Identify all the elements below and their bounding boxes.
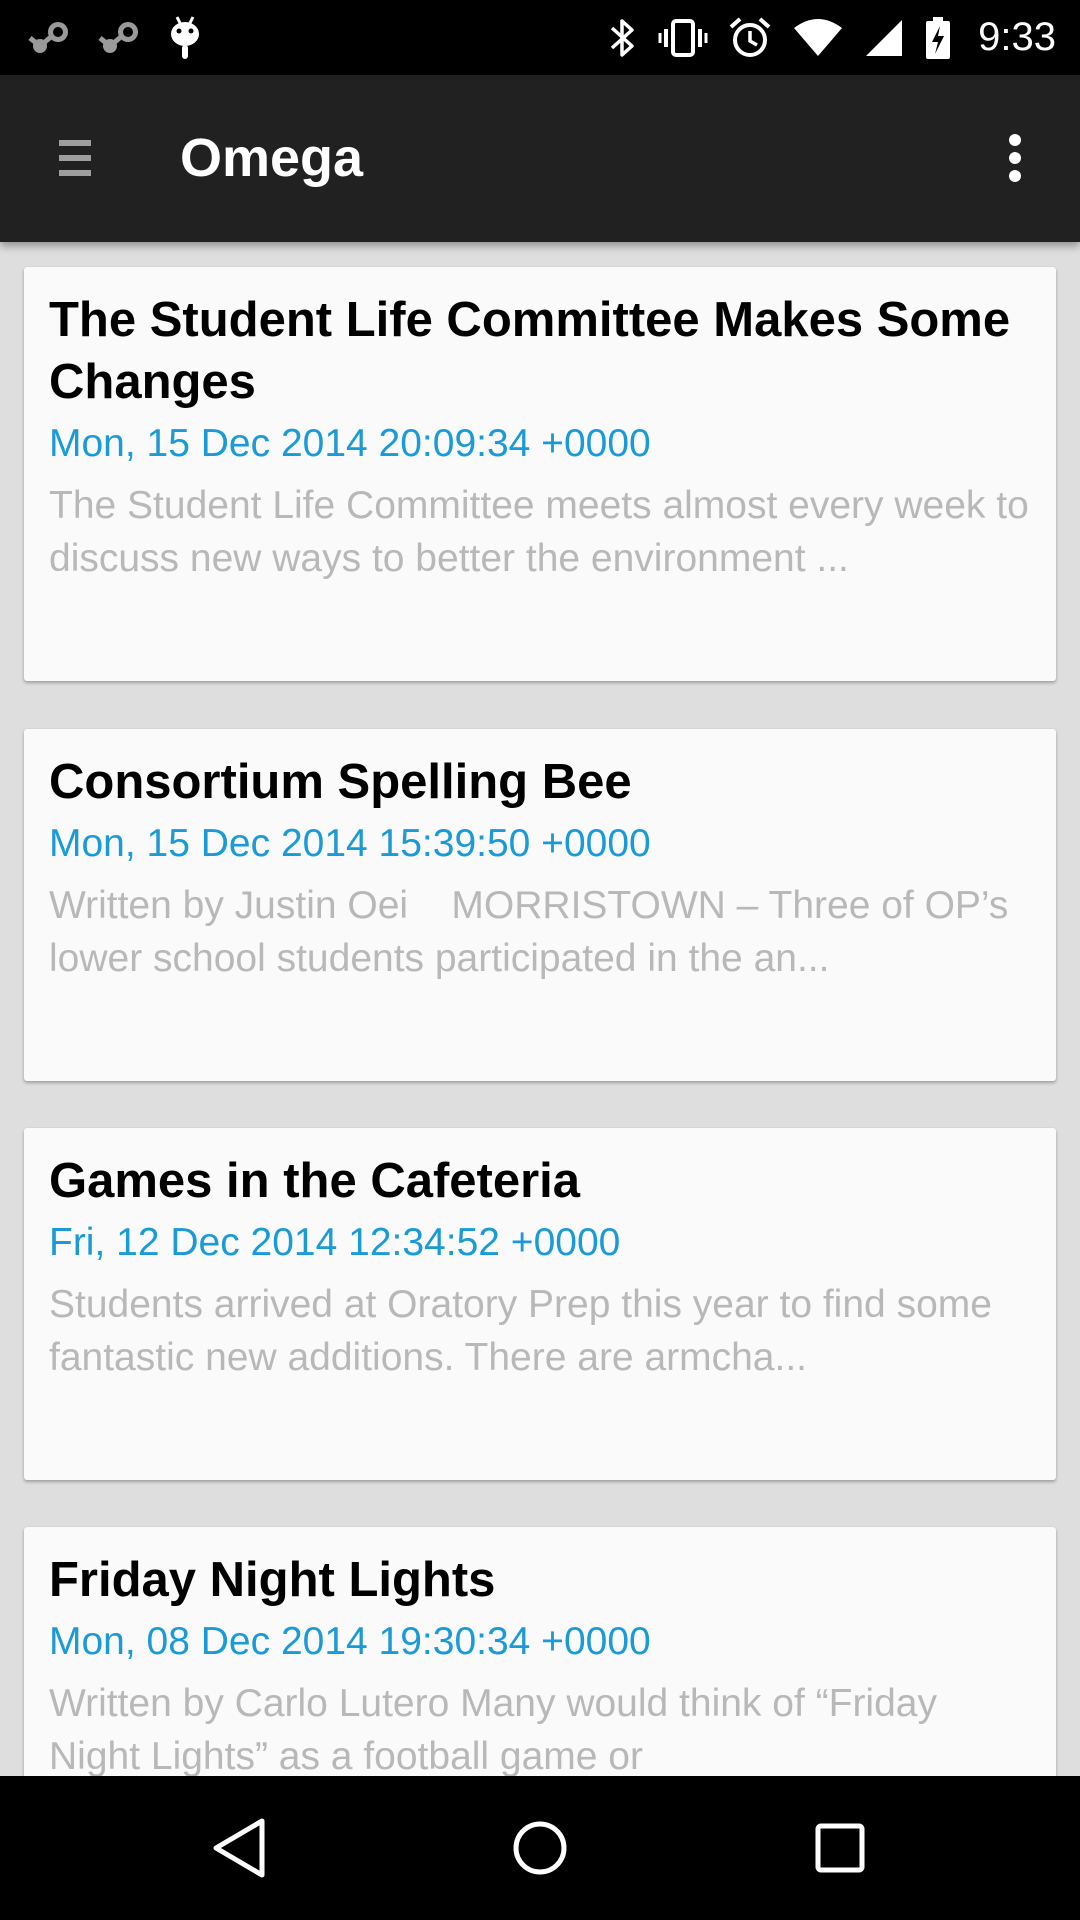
status-indicators: 9:33 — [606, 10, 1056, 65]
screen: 9:33 Omega The Student Life Committee Ma… — [0, 0, 1080, 1920]
article-title: The Student Life Committee Makes Some Ch… — [49, 293, 1011, 409]
article-excerpt: Written by Justin Oei MORRISTOWN – Three… — [49, 884, 1020, 980]
hamburger-menu-icon — [59, 140, 91, 176]
article-excerpt: Written by Carlo Lutero Many would think… — [49, 1682, 948, 1776]
battery-charging-icon — [926, 16, 951, 59]
article-title: Games in the Cafeteria — [49, 1154, 581, 1208]
bluetooth-icon — [610, 18, 634, 57]
article-title: Consortium Spelling Bee — [49, 755, 632, 809]
steam-notification-icon — [28, 21, 68, 53]
menu-button[interactable] — [44, 125, 106, 191]
article-card[interactable]: Games in the Cafeteria Fri, 12 Dec 2014 … — [24, 1128, 1056, 1480]
article-title: Friday Night Lights — [49, 1553, 496, 1607]
steam-notification-icon — [98, 21, 138, 53]
article-card[interactable]: Friday Night Lights Mon, 08 Dec 2014 19:… — [24, 1527, 1056, 1776]
recents-button[interactable] — [760, 1776, 920, 1920]
android-debug-icon — [171, 15, 199, 59]
back-icon — [213, 1818, 265, 1878]
cell-signal-icon — [866, 19, 903, 56]
status-notifications — [28, 10, 202, 65]
status-time: 9:33 — [978, 15, 1056, 59]
article-date: Mon, 08 Dec 2014 19:30:34 +0000 — [49, 1620, 651, 1663]
article-card[interactable]: The Student Life Committee Makes Some Ch… — [24, 267, 1056, 681]
overflow-menu-button[interactable] — [990, 125, 1040, 191]
article-date: Fri, 12 Dec 2014 12:34:52 +0000 — [49, 1221, 621, 1264]
alarm-icon — [729, 17, 771, 57]
status-bar: 9:33 — [0, 0, 1080, 75]
app-toolbar: Omega — [0, 75, 1080, 242]
article-date: Mon, 15 Dec 2014 20:09:34 +0000 — [49, 422, 651, 465]
back-button[interactable] — [160, 1776, 320, 1920]
navigation-bar — [0, 1776, 1080, 1920]
article-excerpt: The Student Life Committee meets almost … — [49, 484, 1040, 580]
more-vert-icon — [1009, 134, 1021, 182]
article-list[interactable]: The Student Life Committee Makes Some Ch… — [0, 242, 1080, 1776]
app-title: Omega — [180, 128, 364, 188]
article-card[interactable]: Consortium Spelling Bee Mon, 15 Dec 2014… — [24, 729, 1056, 1081]
article-excerpt: Students arrived at Oratory Prep this ye… — [49, 1283, 1003, 1379]
home-button[interactable] — [460, 1776, 620, 1920]
recents-icon — [815, 1823, 865, 1873]
home-icon — [513, 1821, 567, 1875]
wifi-icon — [794, 18, 843, 56]
article-date: Mon, 15 Dec 2014 15:39:50 +0000 — [49, 822, 651, 865]
vibrate-icon — [658, 18, 708, 57]
